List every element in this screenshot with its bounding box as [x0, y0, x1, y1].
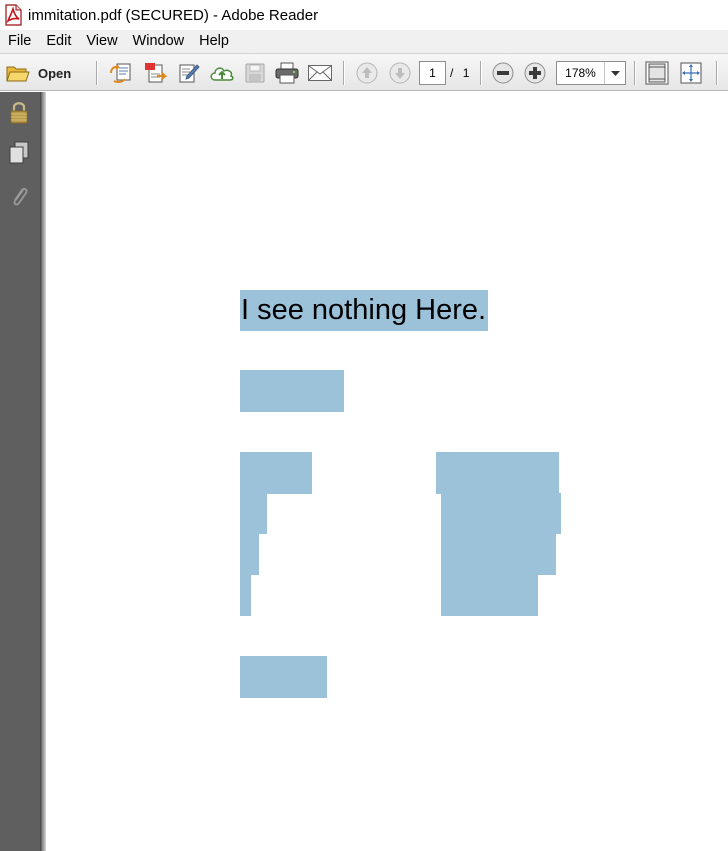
menu-bar: File Edit View Window Help — [0, 30, 728, 53]
zoom-out-button[interactable] — [490, 61, 515, 85]
toolbar-separator — [480, 61, 481, 85]
toolbar: Open 1 / 1 178% — [0, 53, 728, 91]
lock-icon — [9, 100, 29, 129]
minus-circle-icon — [492, 62, 514, 84]
fit-width-button[interactable] — [678, 60, 704, 86]
export-pdf-button[interactable] — [142, 61, 168, 85]
chevron-down-icon — [610, 64, 620, 82]
zoom-value[interactable]: 178% — [557, 62, 604, 84]
arrow-down-circle-icon — [389, 62, 411, 84]
create-pdf-icon — [109, 62, 133, 84]
upload-cloud-button[interactable] — [208, 61, 236, 85]
security-settings-button[interactable] — [6, 100, 32, 128]
envelope-icon — [307, 63, 333, 83]
fit-page-icon — [645, 61, 669, 85]
selection-highlight — [240, 370, 344, 412]
print-button[interactable] — [273, 61, 301, 85]
page-total: 1 — [462, 66, 470, 80]
title-bar: immitation.pdf (SECURED) - Adobe Reader — [0, 0, 728, 30]
menu-window[interactable]: Window — [125, 30, 192, 53]
page-number-input[interactable]: 1 — [419, 61, 446, 85]
email-button[interactable] — [306, 61, 334, 85]
toolbar-separator — [716, 61, 717, 85]
plus-circle-icon — [524, 62, 546, 84]
folder-icon — [6, 63, 30, 83]
fit-page-button[interactable] — [644, 60, 670, 86]
selection-highlight — [240, 452, 312, 494]
menu-edit[interactable]: Edit — [38, 30, 78, 53]
navigation-pane — [0, 92, 40, 851]
selection-highlight — [240, 575, 251, 616]
page-separator: / — [450, 66, 454, 80]
toolbar-separator — [96, 61, 97, 85]
arrow-up-circle-icon — [356, 62, 378, 84]
printer-icon — [274, 62, 300, 84]
toolbar-separator — [634, 61, 635, 85]
open-button-label: Open — [38, 65, 72, 81]
selection-highlight — [441, 534, 556, 575]
fit-width-icon — [679, 61, 703, 85]
selection-highlight — [240, 656, 327, 698]
attachments-button[interactable] — [6, 184, 32, 212]
selection-highlight — [441, 493, 561, 534]
page-thumbnails-icon — [8, 141, 30, 170]
save-icon — [244, 62, 266, 84]
export-pdf-icon — [143, 62, 167, 84]
next-page-button[interactable] — [387, 61, 412, 85]
paperclip-icon — [9, 184, 29, 213]
selection-highlight — [240, 493, 267, 534]
edit-pdf-button[interactable] — [176, 61, 202, 85]
menu-file[interactable]: File — [0, 30, 38, 53]
page-count: / 1 — [450, 61, 469, 85]
menu-help[interactable]: Help — [191, 30, 236, 53]
zoom-dropdown-button[interactable] — [604, 62, 625, 84]
zoom-in-button[interactable] — [522, 61, 547, 85]
previous-page-button[interactable] — [354, 61, 379, 85]
zoom-select[interactable]: 178% — [556, 61, 626, 85]
pdf-app-icon — [3, 4, 23, 26]
create-pdf-button[interactable] — [108, 61, 134, 85]
selection-highlight — [240, 534, 259, 575]
window-title: immitation.pdf (SECURED) - Adobe Reader — [28, 6, 319, 24]
selected-heading-text[interactable]: I see nothing Here. — [240, 290, 489, 331]
toolbar-separator — [343, 61, 344, 85]
save-button[interactable] — [242, 61, 268, 85]
edit-pdf-icon — [177, 62, 201, 84]
menu-view[interactable]: View — [78, 30, 124, 53]
document-page — [46, 92, 728, 851]
page-thumbnails-button[interactable] — [6, 141, 32, 169]
cloud-upload-icon — [209, 62, 235, 84]
selection-highlight — [436, 452, 559, 494]
selection-highlight — [441, 575, 538, 616]
open-button[interactable]: Open — [6, 60, 82, 86]
